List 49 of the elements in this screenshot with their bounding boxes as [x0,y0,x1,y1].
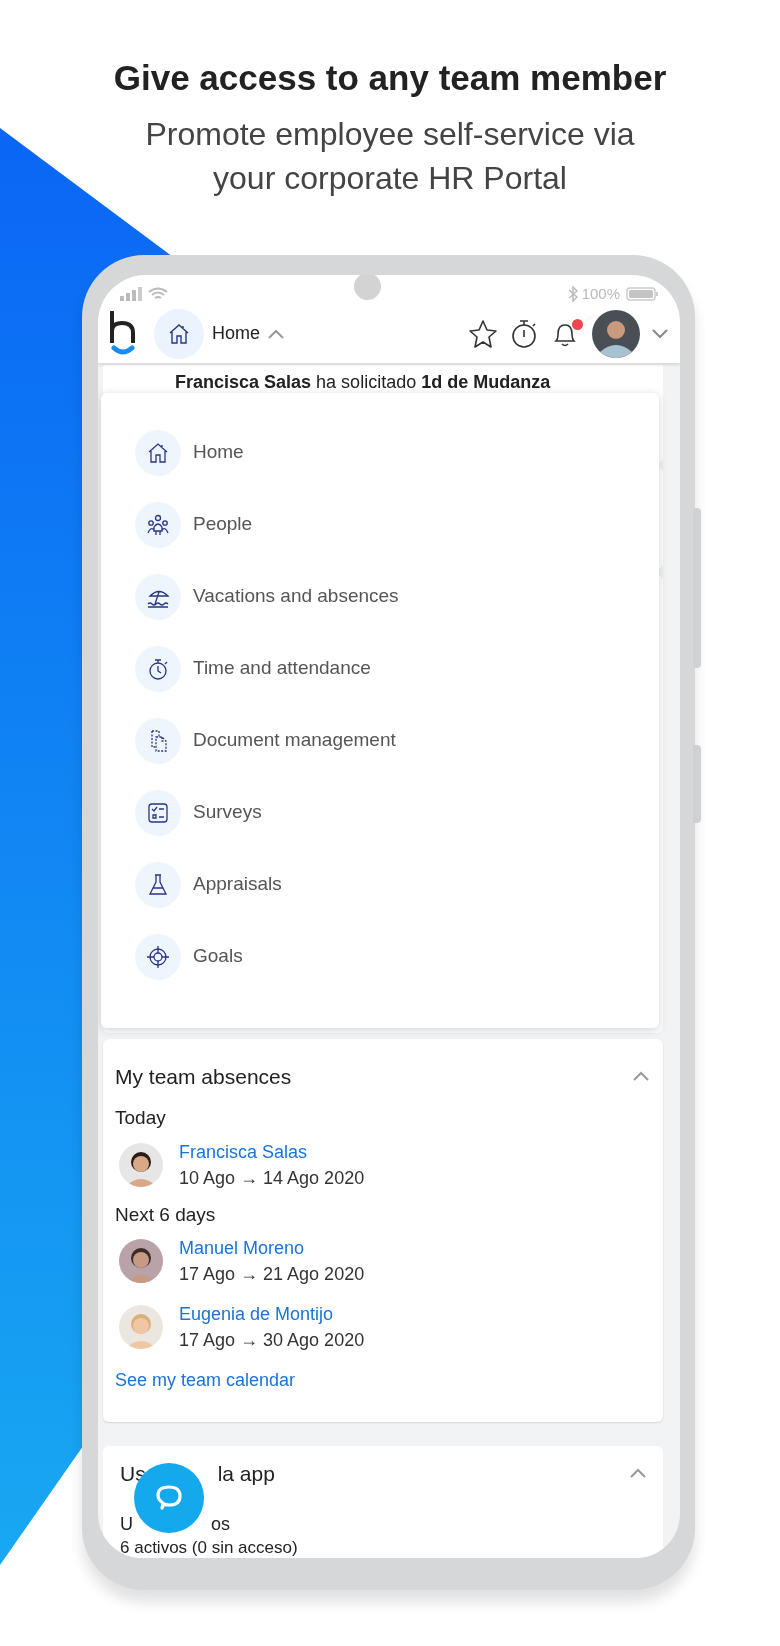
wifi-icon [148,287,168,301]
menu-item[interactable]: Time and attendance [135,632,659,705]
signal-icon [120,287,142,301]
chevron-up-icon[interactable] [630,1468,646,1479]
battery-icon [626,287,658,301]
stat-label-fragment: U [120,1513,133,1536]
person-avatar [119,1305,163,1349]
absence-dates: 17 Ago → 21 Ago 2020 [179,1263,365,1286]
person-name-link[interactable]: Manuel Moreno [179,1235,365,1261]
notification-text: Francisca Salas ha solicitado 1d de Mudanza [175,370,552,394]
menu-item[interactable]: Vacations and absences [135,560,659,633]
menu-item[interactable]: Home [135,416,659,489]
flask-icon [135,861,181,908]
card-title-fragment: la app [217,1460,275,1487]
chevron-down-icon[interactable] [652,328,668,339]
person-avatar [119,1239,163,1283]
stat-value: 6 activos (0 sin acceso) [120,1538,299,1558]
team-calendar-link[interactable]: See my team calendar [115,1367,651,1394]
group-heading: Today [115,1106,167,1130]
target-icon [135,933,181,980]
menu-item[interactable]: People [135,488,659,561]
documents-icon [135,717,181,764]
chevron-up-icon[interactable] [633,1071,649,1082]
menu-item[interactable]: Document management [135,704,659,777]
checklist-icon [135,789,181,836]
stat-label-fragment: os [211,1513,230,1536]
absence-dates: 17 Ago → 30 Ago 2020 [179,1329,365,1352]
person-name-link[interactable]: Eugenia de Montijo [179,1301,365,1327]
person-avatar [119,1142,163,1187]
home-icon [135,429,181,476]
bluetooth-icon [567,286,578,302]
subheadline: Promote employee self-service via your corporate HR Portal [144,114,636,198]
stopwatch-icon [135,645,181,692]
people-icon [135,501,181,548]
group-heading: Next 6 days [115,1202,217,1227]
person-name-link[interactable]: Francisca Salas [179,1138,365,1165]
menu-item[interactable]: Appraisals [135,848,659,921]
home-icon [154,308,204,359]
card-title: My team absences [115,1063,292,1090]
menu-item[interactable]: Surveys [135,776,659,849]
section-selector[interactable]: Home [154,308,284,359]
stopwatch-icon[interactable] [510,318,538,349]
absence-dates: 10 Ago → 14 Ago 2020 [179,1166,365,1190]
beach-umbrella-icon [135,573,181,620]
headline: Give access to any team member [113,57,667,99]
menu-item[interactable]: Goals [135,920,659,993]
star-icon[interactable] [468,318,498,349]
user-avatar[interactable] [592,309,640,358]
battery-percent: 100% [581,283,620,304]
